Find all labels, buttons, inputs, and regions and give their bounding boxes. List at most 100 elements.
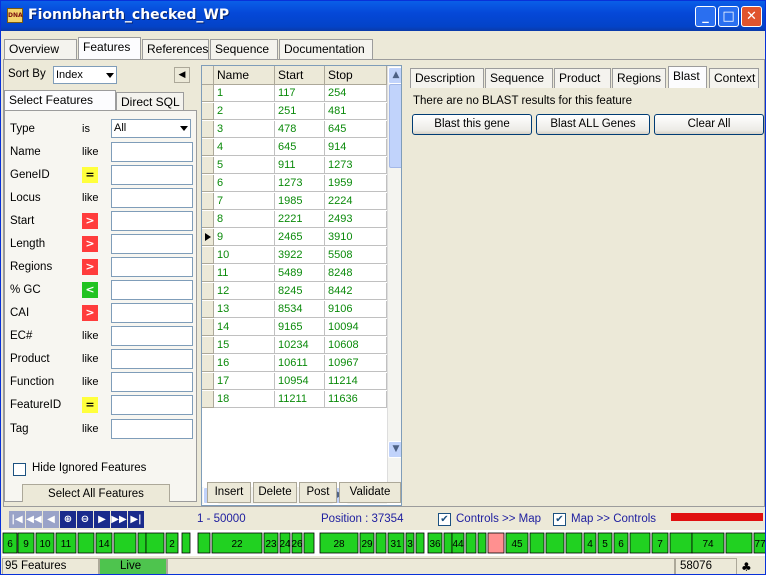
row-indicator[interactable] — [202, 265, 214, 282]
tab-detail-sequence[interactable]: Sequence — [485, 68, 553, 88]
gene-block[interactable] — [145, 532, 165, 554]
table-row[interactable]: 6 1273 1959 — [202, 175, 401, 192]
close-button[interactable]: ✕ — [741, 6, 762, 27]
tab-context[interactable]: Context — [709, 68, 759, 88]
start-operator-button[interactable]: > — [82, 213, 98, 229]
cell-name[interactable]: 12 — [214, 283, 275, 300]
cell-stop[interactable]: 1959 — [325, 175, 387, 192]
cell-stop[interactable]: 3910 — [325, 229, 387, 246]
cell-name[interactable]: 7 — [214, 193, 275, 210]
table-row[interactable]: 18 11211 11636 — [202, 391, 401, 408]
row-indicator[interactable] — [202, 301, 214, 318]
row-indicator[interactable] — [202, 121, 214, 138]
table-row[interactable]: 13 8534 9106 — [202, 301, 401, 318]
row-indicator[interactable] — [202, 85, 214, 102]
cell-name[interactable]: 13 — [214, 301, 275, 318]
cell-name[interactable]: 9 — [214, 229, 275, 246]
genome-map[interactable]: 6 9 10 11 14 2 22 23 24 26 28 29 31 3 36 44 45 4 5 6 7 74 77 — [2, 530, 765, 556]
cell-stop[interactable]: 9106 — [325, 301, 387, 318]
cai-operator-button[interactable]: > — [82, 305, 98, 321]
table-row[interactable]: 7 1985 2224 — [202, 193, 401, 210]
column-header-name[interactable]: Name — [214, 66, 275, 85]
row-indicator[interactable] — [202, 193, 214, 210]
featureid-operator-button[interactable]: = — [82, 397, 98, 413]
cell-name[interactable]: 3 — [214, 121, 275, 138]
geneid-field[interactable] — [111, 165, 193, 185]
cell-stop[interactable]: 5508 — [325, 247, 387, 264]
step-forward-icon[interactable]: ▶ — [94, 511, 110, 528]
table-row[interactable]: 1 117 254 — [202, 85, 401, 102]
scroll-thumb[interactable] — [389, 84, 401, 168]
gene-block[interactable] — [443, 532, 453, 554]
table-row[interactable]: 16 10611 10967 — [202, 355, 401, 372]
tag-field[interactable] — [111, 419, 193, 439]
first-icon[interactable]: |◀ — [9, 511, 25, 528]
cell-name[interactable]: 4 — [214, 139, 275, 156]
cell-start[interactable]: 5489 — [275, 265, 325, 282]
collapse-panel-icon[interactable]: ◀ — [174, 67, 190, 83]
zoom-in-icon[interactable]: ⊕ — [60, 511, 76, 528]
cell-name[interactable]: 2 — [214, 103, 275, 120]
table-row[interactable]: 3 478 645 — [202, 121, 401, 138]
length-operator-button[interactable]: > — [82, 236, 98, 252]
gene-block[interactable] — [197, 532, 211, 554]
featureid-field[interactable] — [111, 395, 193, 415]
cell-stop[interactable]: 8442 — [325, 283, 387, 300]
last-icon[interactable]: ▶| — [128, 511, 144, 528]
gene-block[interactable] — [415, 532, 425, 554]
cell-stop[interactable]: 2224 — [325, 193, 387, 210]
scroll-up-icon[interactable]: ▲ — [388, 67, 401, 84]
cell-stop[interactable]: 11214 — [325, 373, 387, 390]
cell-start[interactable]: 11211 — [275, 391, 325, 408]
ec-field[interactable] — [111, 326, 193, 346]
row-indicator[interactable] — [202, 355, 214, 372]
tab-references[interactable]: References — [142, 39, 209, 59]
maximize-button[interactable]: □ — [718, 6, 739, 27]
gene-block[interactable] — [303, 532, 315, 554]
cell-stop[interactable]: 8248 — [325, 265, 387, 282]
cell-start[interactable]: 8245 — [275, 283, 325, 300]
geneid-operator-button[interactable]: = — [82, 167, 98, 183]
scroll-down-icon[interactable]: ▼ — [388, 441, 401, 458]
cell-start[interactable]: 645 — [275, 139, 325, 156]
table-row[interactable]: 15 10234 10608 — [202, 337, 401, 354]
cell-start[interactable]: 1273 — [275, 175, 325, 192]
tab-description[interactable]: Description — [410, 68, 484, 88]
row-indicator[interactable] — [202, 283, 214, 300]
cell-start[interactable]: 2221 — [275, 211, 325, 228]
column-header-stop[interactable]: Stop — [325, 66, 387, 85]
row-indicator[interactable] — [202, 337, 214, 354]
gene-block[interactable] — [113, 532, 137, 554]
row-indicator[interactable] — [202, 175, 214, 192]
gc-field[interactable] — [111, 280, 193, 300]
cell-name[interactable]: 11 — [214, 265, 275, 282]
gene-block[interactable] — [725, 532, 753, 554]
delete-button[interactable]: Delete — [253, 482, 297, 503]
cell-start[interactable]: 911 — [275, 157, 325, 174]
cell-start[interactable]: 10611 — [275, 355, 325, 372]
table-row[interactable]: 17 10954 11214 — [202, 373, 401, 390]
row-indicator[interactable] — [202, 373, 214, 390]
cell-stop[interactable]: 10608 — [325, 337, 387, 354]
row-indicator[interactable] — [202, 139, 214, 156]
column-header-start[interactable]: Start — [275, 66, 325, 85]
tab-overview[interactable]: Overview — [4, 39, 77, 59]
blast-this-gene-button[interactable]: Blast this gene — [412, 114, 532, 135]
tab-direct-sql[interactable]: Direct SQL — [116, 92, 184, 110]
tab-documentation[interactable]: Documentation — [279, 39, 373, 59]
table-row[interactable]: 2 251 481 — [202, 103, 401, 120]
gene-block[interactable] — [629, 532, 651, 554]
tab-product[interactable]: Product — [554, 68, 611, 88]
clear-all-button[interactable]: Clear All — [654, 114, 764, 135]
grid-vertical-scrollbar[interactable]: ▲ ▼ — [387, 66, 401, 487]
gene-block[interactable] — [137, 532, 147, 554]
tab-select-features[interactable]: Select Features — [4, 90, 116, 110]
cell-stop[interactable]: 1273 — [325, 157, 387, 174]
map-to-controls-checkbox[interactable]: ✔ — [553, 513, 566, 526]
cell-stop[interactable]: 10967 — [325, 355, 387, 372]
gene-block[interactable] — [545, 532, 565, 554]
tab-regions[interactable]: Regions — [612, 68, 666, 88]
cell-stop[interactable]: 11636 — [325, 391, 387, 408]
cell-start[interactable]: 2465 — [275, 229, 325, 246]
gene-block[interactable] — [487, 532, 505, 554]
